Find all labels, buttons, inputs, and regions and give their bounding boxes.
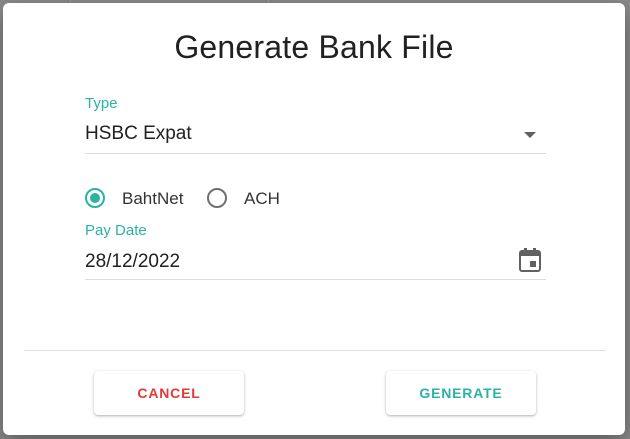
caret-down-icon[interactable] [524, 132, 536, 138]
dialog-title: Generate Bank File [174, 29, 454, 65]
radio-ach-label[interactable]: ACH [244, 189, 280, 209]
cancel-button[interactable]: CANCEL [94, 371, 244, 415]
radio-ach[interactable] [207, 188, 227, 208]
radio-bahtnet-label[interactable]: BahtNet [122, 189, 183, 209]
type-value[interactable]: HSBC Expat [85, 123, 192, 145]
pay-date-underline [85, 279, 546, 280]
radio-bahtnet[interactable] [85, 188, 105, 208]
type-underline [85, 153, 546, 154]
generate-bank-file-dialog: Generate Bank File Type HSBC Expat BahtN… [3, 3, 625, 435]
calendar-icon[interactable] [519, 248, 541, 272]
pay-date-label: Pay Date [85, 222, 147, 239]
actions-divider [24, 350, 606, 351]
radio-selected-dot [90, 193, 100, 203]
pay-date-value[interactable]: 28/12/2022 [85, 251, 180, 273]
type-label: Type [85, 95, 118, 112]
generate-button[interactable]: GENERATE [386, 371, 536, 415]
